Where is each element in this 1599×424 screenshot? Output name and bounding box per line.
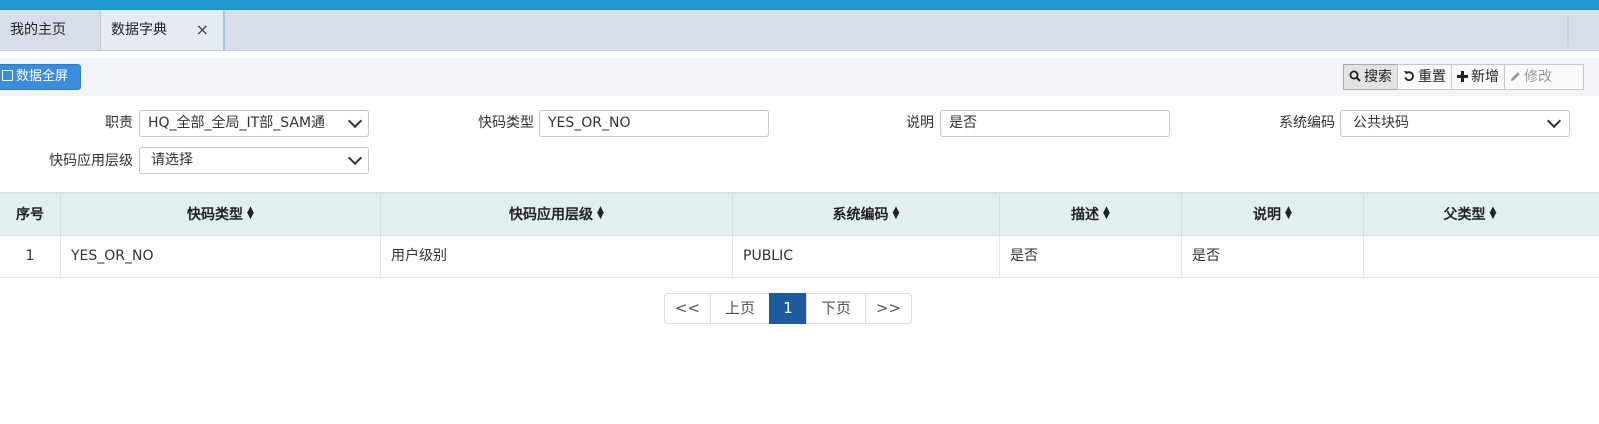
reset-button-label: 重置 [1418,69,1446,85]
system-code-select[interactable]: 公共块码 [1340,110,1570,137]
toolbar: 数据全屏 搜索 重置 新增 修改 [0,58,1599,96]
tab-home-label: 我的主页 [10,22,66,38]
remark-input[interactable]: 是否 [940,110,1170,137]
column-header-label: 快码应用层级 [509,207,594,223]
undo-icon [1403,66,1415,90]
tab-data-dictionary[interactable]: 数据字典 × [101,10,225,50]
sort-icon: ▲ ▼ [247,205,254,221]
plus-icon [1457,66,1468,90]
cell-parent-type [1364,236,1576,277]
search-button-label: 搜索 [1364,69,1392,85]
duty-select[interactable]: HQ_全部_全局_IT部_SAM通 [139,110,369,137]
code-type-input-value: YES_OR_NO [548,115,631,131]
chevron-down-icon [347,113,363,129]
chevron-down-icon [1546,113,1562,129]
add-button-label: 新增 [1471,69,1499,85]
cell-index: 1 [0,236,61,277]
system-code-label: 系统编码 [1279,115,1335,131]
level-label: 快码应用层级 [49,153,133,169]
sort-icon: ▲ ▼ [1103,205,1110,221]
column-header-index[interactable]: 序号 [0,194,61,236]
column-header-parent-type[interactable]: 父类型 ▲ ▼ [1364,194,1576,236]
system-code-select-value: 公共块码 [1353,115,1409,131]
search-icon [1349,66,1361,90]
column-header-code-type[interactable]: 快码类型 ▲ ▼ [61,194,381,236]
column-header-label: 父类型 [1443,207,1486,223]
top-accent-bar [0,0,1599,10]
edit-button-label: 修改 [1524,69,1552,85]
fullscreen-button-label: 数据全屏 [16,69,69,84]
duty-select-value: HQ_全部_全局_IT部_SAM通 [148,115,326,131]
column-header-remark[interactable]: 说明 ▲ ▼ [1182,194,1364,236]
column-header-level[interactable]: 快码应用层级 ▲ ▼ [381,194,733,236]
table-header: 序号 快码类型 ▲ ▼ 快码应用层级 ▲ ▼ 系统编码 ▲ ▼ 描述 ▲ ▼ 说明 ▲ ▼ 父类型 ▲… [0,192,1599,236]
tab-bar: 我的主页 数据字典 × [0,10,1599,51]
level-select-value: 请选择 [151,152,193,168]
last-page-button[interactable]: >> [865,293,912,324]
duty-label: 职责 [105,115,133,131]
remark-input-value: 是否 [949,115,977,131]
action-button-group: 搜索 重置 新增 修改 [1343,64,1584,90]
column-header-label: 说明 [1253,207,1282,223]
chevron-down-icon [347,150,363,166]
add-button[interactable]: 新增 [1451,64,1505,90]
tab-data-dictionary-label: 数据字典 [111,22,167,38]
tab-home[interactable]: 我的主页 [0,10,101,50]
remark-label: 说明 [906,115,934,131]
sort-icon: ▲ ▼ [892,205,900,221]
next-page-button[interactable]: 下页 [806,293,866,324]
edit-button[interactable]: 修改 [1504,64,1584,90]
cell-remark: 是否 [1182,236,1364,277]
pencil-icon [1510,66,1521,90]
filter-panel: 职责 HQ_全部_全局_IT部_SAM通 快码类型 YES_OR_NO 说明 是… [0,96,1599,192]
code-type-label: 快码类型 [478,115,534,131]
column-header-description[interactable]: 描述 ▲ ▼ [1000,194,1182,236]
close-icon[interactable]: × [196,10,209,50]
code-type-input[interactable]: YES_OR_NO [539,110,769,137]
search-button[interactable]: 搜索 [1343,64,1398,90]
level-select[interactable]: 请选择 [139,147,369,174]
column-header-label: 系统编码 [832,207,889,223]
cell-system-code: PUBLIC [733,236,1000,277]
cell-description: 是否 [1000,236,1182,277]
column-header-label: 快码类型 [187,207,244,223]
fullscreen-button[interactable]: 数据全屏 [0,64,81,90]
reset-button[interactable]: 重置 [1397,64,1452,90]
column-header-system-code[interactable]: 系统编码 ▲ ▼ [733,194,1000,236]
tab-bar-divider [1567,16,1569,46]
square-icon [2,70,13,81]
prev-page-button[interactable]: 上页 [710,293,770,324]
sort-icon: ▲ ▼ [1489,205,1497,221]
column-header-label: 描述 [1071,207,1100,223]
current-page-button[interactable]: 1 [769,293,807,324]
table-row[interactable]: 1 YES_OR_NO 用户级别 PUBLIC 是否 是否 [0,236,1599,278]
pagination: << 上页 1 下页 >> [664,293,912,324]
sort-icon: ▲ ▼ [1285,205,1292,221]
first-page-button[interactable]: << [664,293,711,324]
cell-level: 用户级别 [381,236,733,277]
column-header-label: 序号 [16,207,44,223]
sort-icon: ▲ ▼ [597,205,604,221]
cell-code-type: YES_OR_NO [61,236,381,277]
